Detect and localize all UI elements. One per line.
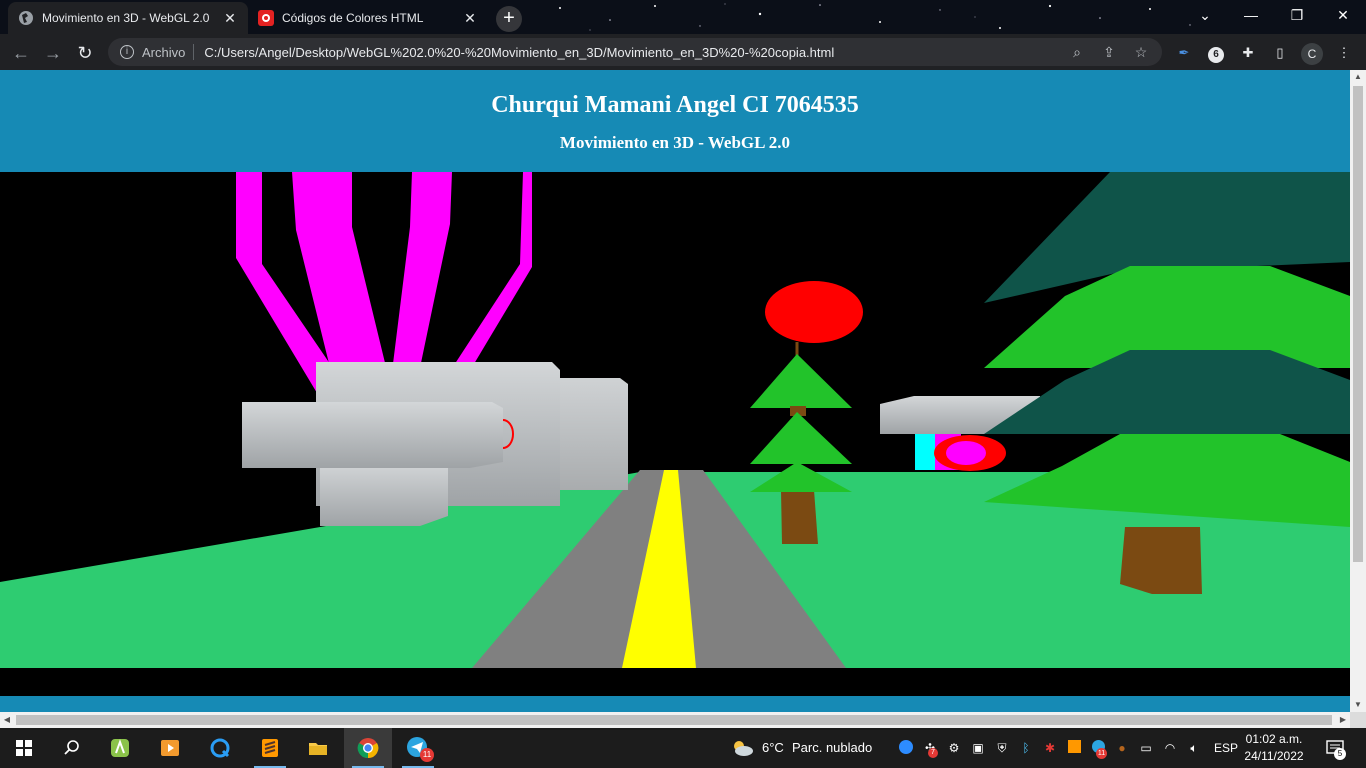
file-explorer-icon[interactable] — [294, 728, 342, 768]
telegram-tray-icon[interactable]: 11 — [1090, 740, 1107, 759]
close-window-button[interactable]: ✕ — [1320, 0, 1366, 30]
more-menu-icon[interactable]: ⋮ — [1335, 44, 1353, 62]
close-icon[interactable]: ✕ — [222, 10, 238, 26]
magenta-core — [946, 441, 986, 465]
restore-button[interactable]: ❐ — [1274, 0, 1320, 30]
windows-taskbar: 11 6°C Parc. nublado ✣ 7 ⚙ ▣ ⛨ ᛒ ✱ 11 ● … — [0, 728, 1366, 768]
scroll-up-icon[interactable]: ▲ — [1350, 70, 1366, 84]
webgl-canvas[interactable] — [0, 172, 1350, 668]
weather-cloud-icon[interactable] — [730, 738, 754, 756]
scroll-right-icon[interactable]: ▶ — [1336, 712, 1350, 728]
url-text[interactable]: C:/Users/Angel/Desktop/WebGL%202.0%20-%2… — [204, 45, 1054, 60]
windows-start-icon[interactable] — [0, 728, 48, 768]
notifications-icon[interactable]: 5 — [1324, 740, 1346, 760]
divider — [193, 44, 195, 60]
avatar[interactable]: C — [1301, 43, 1323, 65]
close-icon[interactable]: ✕ — [462, 10, 478, 26]
big-tree-trunk — [1120, 527, 1202, 594]
globe-icon — [19, 11, 33, 25]
page-header: Churqui Mamani Angel CI 7064535 Movimien… — [0, 70, 1350, 172]
small-tree-mid-tier — [750, 412, 852, 464]
media-player-icon[interactable] — [146, 728, 194, 768]
page-subtitle: Movimiento en 3D - WebGL 2.0 — [559, 133, 791, 152]
web-page: Churqui Mamani Angel CI 7064535 Movimien… — [0, 70, 1350, 712]
antivirus-icon[interactable]: ✱ — [1042, 740, 1058, 756]
info-icon[interactable]: i — [120, 45, 134, 59]
browser-titlebar: Movimiento en 3D - WebGL 2.0 ✕ Códigos d… — [0, 0, 1366, 34]
clock-date: 24/11/2022 — [1244, 749, 1304, 763]
q-app-icon[interactable] — [196, 728, 244, 768]
bluetooth-icon[interactable]: ᛒ — [1018, 740, 1034, 756]
address-bar[interactable]: i Archivo C:/Users/Angel/Desktop/WebGL%2… — [108, 38, 1162, 66]
bookmark-star-icon[interactable]: ☆ — [1132, 43, 1150, 61]
tab-search-chevron-icon[interactable]: ⌄ — [1182, 0, 1228, 30]
telegram-icon[interactable]: 11 — [394, 728, 442, 768]
system-clock[interactable]: 01:02 a.m. 24/11/2022 — [1236, 731, 1312, 765]
feather-extension-icon[interactable]: ✒ — [1175, 44, 1193, 62]
android-studio-icon[interactable] — [96, 728, 144, 768]
page-footer — [0, 696, 1350, 712]
browser-toolbar: ← → ↻ i Archivo C:/Users/Angel/Desktop/W… — [0, 34, 1366, 70]
side-panel-icon[interactable]: ▯ — [1271, 44, 1289, 62]
red-balloon — [765, 281, 863, 343]
tray-misc-icon[interactable]: ● — [1114, 740, 1130, 756]
tab-title: Códigos de Colores HTML — [282, 11, 424, 25]
network-share-icon[interactable]: ⚙ — [946, 740, 962, 756]
forward-arrow-icon[interactable]: → — [40, 40, 66, 66]
weather-description[interactable]: Parc. nublado — [792, 728, 872, 768]
search-icon[interactable] — [48, 728, 96, 768]
scroll-thumb[interactable] — [16, 715, 1332, 725]
weather-temperature[interactable]: 6°C — [762, 728, 784, 768]
volume-icon[interactable]: 🔈︎ — [1186, 740, 1202, 756]
small-tree-top-tier — [750, 354, 852, 408]
scroll-down-icon[interactable]: ▼ — [1350, 698, 1366, 712]
sublime-text-icon[interactable] — [246, 728, 294, 768]
zoom-icon[interactable]: ⌕ — [1068, 43, 1086, 61]
extension-badge-icon[interactable]: 6 — [1207, 44, 1225, 63]
scrollbar-corner — [1350, 712, 1366, 728]
tab-movimiento-3d[interactable]: Movimiento en 3D - WebGL 2.0 ✕ — [8, 2, 248, 34]
share-icon[interactable]: ⇪ — [1100, 43, 1118, 61]
horizontal-scrollbar[interactable]: ◀ ▶ — [0, 712, 1350, 728]
scroll-thumb[interactable] — [1353, 86, 1363, 562]
page-title: Churqui Mamani Angel CI 7064535 — [491, 92, 859, 118]
tab-title: Movimiento en 3D - WebGL 2.0 — [42, 11, 210, 25]
puzzle-extensions-icon[interactable]: ✚ — [1239, 44, 1257, 62]
wifi-icon[interactable]: ◠ — [1162, 740, 1178, 756]
tray-app-icon[interactable]: ✣ 7 — [922, 740, 938, 758]
reload-icon[interactable]: ↻ — [72, 40, 98, 66]
screen-capture-icon[interactable]: ▣ — [970, 740, 986, 756]
vertical-scrollbar[interactable]: ▲ ▼ — [1350, 70, 1366, 712]
site-favicon-icon — [258, 10, 274, 26]
back-arrow-icon[interactable]: ← — [8, 40, 34, 66]
robot-cannon — [242, 402, 503, 468]
defender-icon[interactable]: ⛨ — [994, 740, 1010, 756]
telegram-badge: 11 — [420, 748, 434, 762]
clock-time: 01:02 a.m. — [1245, 732, 1303, 746]
tab-codigos-colores[interactable]: Códigos de Colores HTML ✕ — [248, 2, 488, 34]
cyan-block — [915, 434, 935, 470]
small-tree-trunk — [781, 490, 818, 544]
robot-lower-block — [320, 462, 448, 526]
new-tab-button[interactable]: + — [496, 6, 522, 32]
sublime-tray-icon[interactable] — [1066, 740, 1082, 756]
language-indicator[interactable]: ESP — [1214, 728, 1238, 768]
minimize-button[interactable]: — — [1228, 0, 1274, 30]
scheme-label: Archivo — [142, 44, 186, 60]
zoom-tray-icon[interactable] — [898, 740, 914, 756]
battery-icon[interactable]: ▭ — [1138, 740, 1154, 756]
scroll-left-icon[interactable]: ◀ — [0, 712, 14, 728]
chrome-icon[interactable] — [344, 728, 392, 768]
scene-3d — [0, 172, 1350, 668]
